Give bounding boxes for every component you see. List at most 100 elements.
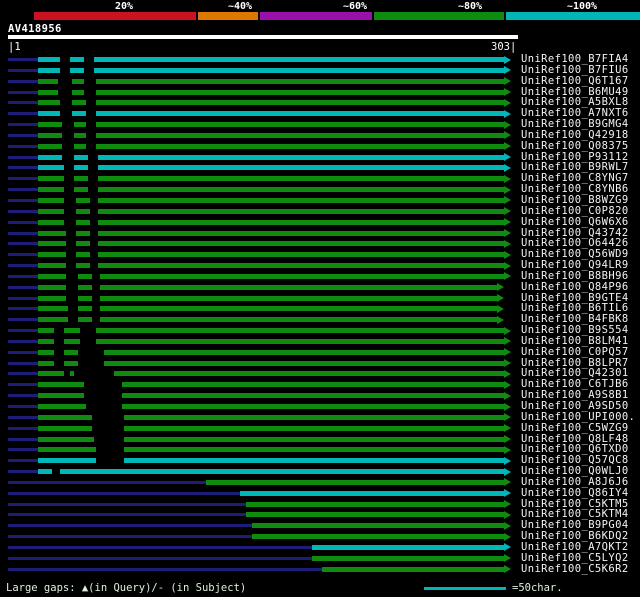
hit-label[interactable]: UniRef100_C0PQ57 — [521, 346, 629, 358]
hit-arrow-icon — [504, 565, 511, 574]
hit-label[interactable]: UniRef100_Q84P96 — [521, 281, 629, 293]
low-score-lead — [8, 274, 38, 278]
gap-mark — [92, 306, 100, 312]
hit-arrow-icon — [504, 402, 511, 411]
query-id: AV418956 — [8, 23, 62, 35]
hit-label[interactable]: UniRef100_Q86IY4 — [521, 487, 629, 499]
hit-bar[interactable] — [38, 317, 497, 323]
low-score-lead — [8, 426, 38, 430]
hit-bar[interactable] — [38, 230, 504, 236]
hit-arrow-icon — [504, 554, 511, 563]
hit-bar[interactable] — [240, 490, 504, 496]
scale-segment-cyan — [506, 12, 640, 20]
hit-arrow-icon — [504, 326, 511, 335]
low-score-lead — [8, 133, 38, 137]
gap-mark — [90, 219, 98, 225]
hit-label[interactable]: UniRef100_C5WZG9 — [521, 422, 629, 434]
hit-bar[interactable] — [38, 154, 504, 160]
hit-bar[interactable] — [38, 176, 504, 182]
gap-mark — [90, 252, 98, 258]
hit-bar[interactable] — [38, 78, 504, 84]
hit-bar[interactable] — [38, 241, 504, 247]
hit-bar[interactable] — [38, 284, 497, 290]
hit-bar[interactable] — [38, 143, 504, 149]
identity-scale-labels: 20% ~40% ~60% ~80% ~100% — [0, 0, 640, 12]
hit-bar[interactable] — [38, 132, 504, 138]
hit-arrow-icon — [504, 88, 511, 97]
low-score-lead — [8, 524, 252, 528]
hit-arrow-icon — [504, 456, 511, 465]
gap-mark — [78, 360, 104, 366]
gap-mark — [88, 165, 98, 171]
gap-mark — [60, 100, 72, 106]
low-score-lead — [8, 307, 38, 311]
gap-mark — [92, 425, 124, 431]
hit-arrow-icon — [504, 250, 511, 259]
hit-bar[interactable] — [38, 100, 504, 106]
hit-bar[interactable] — [38, 67, 504, 73]
hit-bar[interactable] — [38, 349, 504, 355]
hit-bar[interactable] — [38, 187, 504, 193]
hit-bar[interactable] — [206, 479, 504, 485]
low-score-lead — [8, 155, 38, 159]
hit-bar[interactable] — [38, 89, 504, 95]
hit-bar[interactable] — [252, 523, 504, 529]
hit-bar[interactable] — [38, 165, 504, 171]
hit-bar[interactable] — [38, 306, 497, 312]
hit-bar[interactable] — [38, 263, 504, 269]
gap-mark — [74, 371, 114, 377]
low-score-lead — [8, 209, 38, 213]
hit-bar[interactable] — [38, 360, 504, 366]
gap-mark — [84, 67, 94, 73]
hit-arrow-icon — [504, 77, 511, 86]
hit-bar[interactable] — [38, 197, 504, 203]
gap-mark — [60, 111, 72, 117]
hit-bar[interactable] — [38, 252, 504, 258]
low-score-lead — [8, 68, 38, 72]
hit-bar[interactable] — [38, 219, 504, 225]
hit-label[interactable]: UniRef100_Q08375 — [521, 140, 629, 152]
hit-bar[interactable] — [38, 273, 504, 279]
hit-arrow-icon — [504, 174, 511, 183]
gap-mark — [96, 447, 124, 453]
hit-bar[interactable] — [38, 469, 504, 475]
gap-mark — [86, 404, 122, 409]
alignment-row: UniRef100_Q86IY4 — [0, 487, 640, 499]
low-score-lead — [8, 242, 38, 246]
hit-bar[interactable] — [322, 566, 504, 572]
hit-bar[interactable] — [312, 555, 504, 561]
hit-bar[interactable] — [38, 295, 497, 301]
hit-arrow-icon — [504, 109, 511, 118]
hit-arrow-icon — [504, 229, 511, 237]
ruler-end: 303| — [491, 41, 517, 53]
hit-bar[interactable] — [246, 501, 504, 507]
hit-bar[interactable] — [246, 512, 504, 518]
gap-mark — [90, 230, 98, 236]
hit-bar[interactable] — [38, 57, 504, 62]
hit-bar[interactable] — [312, 544, 504, 550]
gap-mark — [54, 360, 64, 366]
gap-mark — [62, 122, 74, 128]
alignment-row: UniRef100_Q08375 — [0, 140, 640, 152]
gap-mark — [80, 328, 96, 334]
hit-bar[interactable] — [38, 328, 504, 334]
gap-mark — [88, 187, 98, 193]
hit-bar[interactable] — [252, 534, 504, 540]
hit-bar[interactable] — [38, 111, 504, 117]
hit-label[interactable]: UniRef100_Q6W6X6 — [521, 216, 629, 228]
hit-bar[interactable] — [38, 208, 504, 214]
hit-arrow-icon — [504, 543, 511, 552]
gap-mark — [90, 208, 98, 214]
gap-mark — [64, 176, 74, 182]
scale-label: ~100% — [566, 1, 598, 12]
low-score-lead — [8, 383, 38, 387]
hit-bar[interactable] — [38, 338, 504, 344]
hit-label[interactable]: UniRef100_C5K6R2 — [521, 563, 629, 575]
hit-label[interactable]: UniRef100_Q6T167 — [521, 75, 629, 87]
hit-arrow-icon — [504, 369, 511, 378]
hit-arrow-icon — [504, 120, 511, 129]
hit-bar[interactable] — [38, 122, 504, 128]
gap-mark — [66, 263, 76, 269]
gap-mark — [66, 284, 78, 290]
gap-mark — [80, 338, 96, 344]
